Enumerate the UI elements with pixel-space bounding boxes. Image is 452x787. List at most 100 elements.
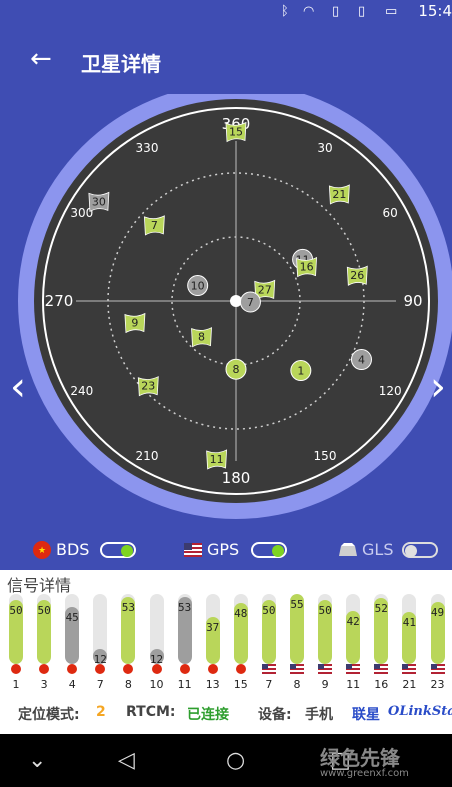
cn-flag-icon (179, 664, 190, 674)
us-flag-icon (261, 664, 276, 674)
signal-snr-value: 37 (206, 620, 220, 634)
switch-knob (121, 545, 133, 557)
signal-snr-value: 41 (402, 615, 417, 629)
gls-switch[interactable] (402, 542, 438, 558)
arrow-left-icon[interactable]: ← (30, 46, 56, 72)
signal-prn-label: 16 (374, 678, 389, 691)
us-flag-icon (290, 664, 304, 674)
signal-snr-value: 50 (9, 604, 23, 618)
toggle-gls: GLS (338, 538, 448, 562)
compass-label: 210 (136, 449, 159, 463)
satellite-prn: 10 (191, 280, 205, 293)
satellite-prn: 4 (358, 354, 365, 367)
us-flag-icon (430, 664, 445, 674)
signal-snr-value: 48 (234, 606, 248, 620)
signal-snr-value: 50 (37, 604, 51, 618)
compass-label: 180 (222, 469, 251, 487)
cn-flag-icon (123, 664, 134, 674)
signal-bar-track (233, 594, 248, 664)
brand-logo-en: OLinkSta (388, 704, 452, 719)
satellite-prn: 7 (247, 296, 254, 309)
svg-text:★: ★ (38, 546, 46, 556)
satellite-prn: 26 (350, 269, 364, 282)
signal-snr-value: 55 (290, 598, 304, 611)
clock: 15:4 (418, 2, 452, 20)
signal-prn-label: 8 (293, 678, 301, 691)
compass-label: 30 (317, 141, 332, 155)
cn-flag-icon (39, 664, 50, 674)
system-toggles: ★ BDS GPS GLS (0, 530, 452, 570)
ru-flag-icon (339, 543, 357, 556)
home-circle-icon[interactable]: ○ (226, 748, 245, 773)
signal-prn-label: 10 (149, 678, 164, 691)
us-flag-icon (346, 664, 361, 674)
chevron-right-icon[interactable]: › (430, 364, 446, 410)
device-value: 手机 (305, 707, 333, 723)
us-flag-icon (402, 664, 417, 674)
signal-snr-value: 50 (318, 604, 332, 618)
signal-prn-label: 1 (12, 678, 20, 691)
signal-prn-label: 15 (233, 678, 248, 691)
switch-knob (405, 545, 417, 557)
satellite-prn: 9 (131, 316, 138, 329)
watermark-url: www.greenxf.com (320, 768, 409, 779)
us-flag-icon (318, 664, 333, 674)
signal-snr-value: 53 (121, 600, 136, 614)
toggle-bds: ★ BDS (32, 538, 142, 562)
compass-label: 330 (136, 141, 159, 155)
us-flag-icon (374, 664, 389, 674)
satellite-prn: 21 (332, 188, 346, 201)
cn-flag-icon: ★ (33, 541, 51, 559)
cn-flag-icon (95, 664, 106, 674)
signal-bar-track (346, 594, 361, 664)
signal-prn-label: 7 (265, 678, 273, 691)
signal-prn-label: 13 (205, 678, 220, 691)
mode-value: 2 (96, 704, 106, 720)
rtcm-value: 已连接 (187, 707, 229, 723)
brand-logo: 联星 (352, 707, 380, 723)
satellite-prn: 11 (210, 453, 224, 466)
signal-snr-value: 42 (346, 614, 360, 628)
signal-snr-value: 49 (430, 605, 445, 619)
signal-prn-label: 11 (346, 678, 361, 691)
device-label: 设备: (258, 707, 292, 723)
back-triangle-icon[interactable]: ◁ (118, 748, 135, 773)
signal-prn-label: 9 (321, 678, 329, 691)
chevron-down-icon[interactable]: ⌄ (28, 748, 46, 773)
switch-knob (272, 545, 284, 557)
chevron-left-icon[interactable]: ‹ (10, 364, 26, 410)
battery-icon: ▭ (385, 4, 398, 19)
cn-flag-icon (67, 664, 78, 674)
satellite-prn: 15 (229, 126, 243, 139)
cn-flag-icon (235, 664, 246, 674)
cn-flag-icon (207, 664, 218, 674)
cn-flag-icon (151, 664, 162, 674)
mode-label: 定位模式: (18, 707, 80, 723)
signal-bar-track (65, 594, 80, 664)
bds-switch[interactable] (100, 542, 136, 558)
satellite-prn: 1 (297, 365, 304, 378)
app-bar: ← 卫星详情 (0, 24, 452, 94)
watermark: 绿色先锋 (320, 746, 400, 770)
sim2-icon: ▯ (358, 4, 366, 19)
satellite-prn: 8 (198, 331, 205, 344)
sim1-icon: ▯ (332, 4, 340, 19)
us-flag-icon (184, 543, 202, 557)
compass-label: 150 (314, 449, 337, 463)
toggle-label: BDS (56, 540, 90, 559)
satellite-prn: 16 (300, 261, 314, 274)
signal-prn-label: 11 (177, 678, 192, 691)
rtcm-label: RTCM: (126, 704, 176, 720)
signal-prn-label: 23 (430, 678, 445, 691)
signal-snr-value: 50 (262, 604, 276, 618)
signal-snr-value: 45 (65, 610, 79, 624)
page-title: 卫星详情 (81, 52, 161, 76)
gps-switch[interactable] (251, 542, 287, 558)
signal-prn-label: 7 (96, 678, 104, 691)
compass-label: 90 (403, 292, 422, 310)
toggle-label: GLS (362, 540, 394, 559)
signal-prn-label: 4 (68, 678, 76, 691)
satellite-prn: 23 (141, 380, 155, 393)
satellite-prn: 30 (92, 195, 106, 208)
satellite-prn: 7 (151, 219, 158, 232)
